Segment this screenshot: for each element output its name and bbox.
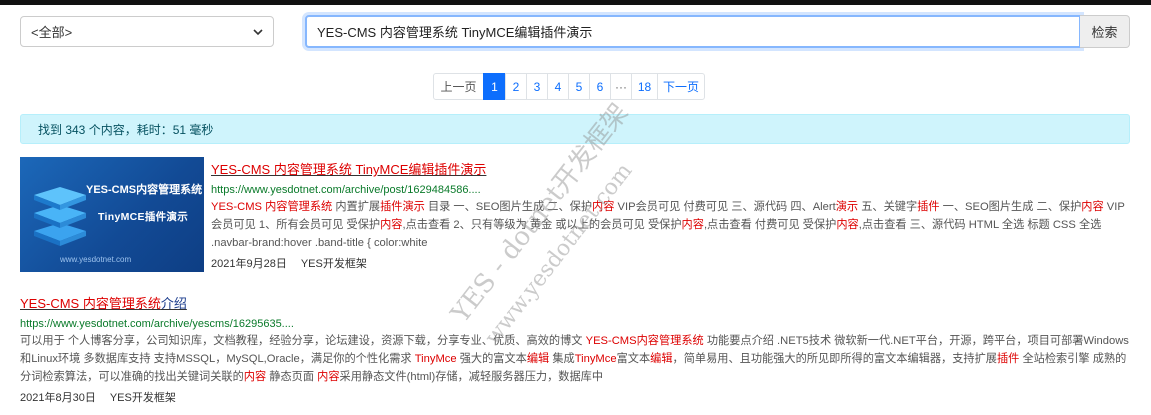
result-author[interactable]: YES开发框架	[301, 258, 367, 270]
page-1[interactable]: 1	[483, 73, 506, 100]
keyword-highlight: YES-CMS内容管理系统	[585, 335, 704, 347]
search-input-value: YES-CMS 内容管理系统 TinyMCE编辑插件演示	[317, 25, 593, 40]
description-text: 内置扩展	[332, 201, 381, 213]
result-author[interactable]: YES开发框架	[110, 392, 176, 404]
result-meta: 2021年9月28日 YES开发框架	[211, 255, 1131, 271]
keyword-highlight: 内容	[1081, 201, 1104, 213]
keyword-highlight: 编辑	[650, 353, 673, 365]
description-text: ，简单易用、且功能强大的所见即所得的富文本编辑器，支持扩展	[672, 353, 997, 365]
description-text: 强大的富文本	[456, 353, 527, 365]
page-ellipsis: ···	[610, 73, 632, 100]
search-summary: 找到 343 个内容，耗时：51 毫秒	[20, 114, 1130, 144]
keyword-highlight: 内容	[681, 219, 704, 231]
thumbnail-url: www.yesdotnet.com	[60, 255, 132, 264]
page-18[interactable]: 18	[631, 73, 658, 100]
keyword-highlight: 内容	[380, 219, 403, 231]
page-prev[interactable]: 上一页	[433, 73, 484, 100]
description-text: 五、关键字	[858, 201, 918, 213]
search-button[interactable]: 检索	[1080, 15, 1130, 48]
result-url[interactable]: https://www.yesdotnet.com/archive/yescms…	[20, 318, 1132, 330]
keyword-highlight: 插件演示	[380, 201, 425, 213]
keyword-highlight: 内容	[592, 201, 615, 213]
keyword-highlight: 内容	[317, 371, 340, 383]
top-bar	[0, 0, 1151, 5]
page-3[interactable]: 3	[526, 73, 548, 100]
description-text: 一、SEO图片生成 二、保护	[939, 201, 1082, 213]
result-description: YES-CMS 内容管理系统 内置扩展插件演示 目录 一、SEO图片生成 二、保…	[211, 198, 1131, 252]
keyword-highlight: 内容	[836, 219, 859, 231]
thumbnail-subtitle: TinyMCE插件演示	[98, 211, 189, 223]
keyword-highlight: TinyMce	[414, 353, 457, 365]
page-2[interactable]: 2	[505, 73, 527, 100]
chevron-down-icon	[253, 28, 263, 35]
result-title: YES-CMS 内容管理系统 TinyMCE编辑插件演示	[211, 162, 487, 177]
result-title-link[interactable]: YES-CMS 内容管理系统 TinyMCE编辑插件演示	[211, 159, 1131, 178]
description-text: 目录 一、SEO图片生成 二、保护	[424, 201, 593, 213]
description-text: ,点击查看 付费可见 受保护	[703, 219, 837, 231]
result-meta: 2021年8月30日 YES开发框架	[20, 389, 1132, 405]
keyword-highlight: 编辑	[526, 353, 550, 365]
keyword-highlight: 插件	[917, 201, 940, 213]
keyword-highlight: 插件	[996, 353, 1020, 365]
description-text: 采用静态文件(html)存储，减轻服务器压力，数据库中	[339, 371, 604, 383]
result-thumbnail[interactable]: YES-CMS内容管理系统 TinyMCE插件演示 www.yesdotnet.…	[20, 157, 204, 272]
description-text: 可以用于 个人博客分享，公司知识库，文档教程，经验分享，论坛建设，资源下载，分享…	[20, 335, 586, 347]
description-text: 富文本	[616, 353, 651, 365]
keyword-highlight: TinyMce	[574, 353, 617, 365]
search-input[interactable]: YES-CMS 内容管理系统 TinyMCE编辑插件演示	[305, 15, 1081, 48]
result-title-rest: 介绍	[160, 296, 187, 311]
description-text: 集成	[549, 353, 575, 365]
page-4[interactable]: 4	[547, 73, 569, 100]
category-select[interactable]: <全部>	[20, 16, 274, 47]
keyword-highlight: YES-CMS 内容管理系统	[211, 201, 333, 213]
pagination: 上一页 1 2 3 4 5 6 ··· 18 下一页	[433, 73, 705, 100]
search-result: YES-CMS 内容管理系统 TinyMCE编辑插件演示 https://www…	[211, 159, 1131, 271]
result-description: 可以用于 个人博客分享，公司知识库，文档教程，经验分享，论坛建设，资源下载，分享…	[20, 332, 1132, 386]
description-text: VIP会员可见 付费可见 三、源代码 四、Alert	[614, 201, 836, 213]
page-5[interactable]: 5	[568, 73, 590, 100]
result-title-link[interactable]: YES-CMS 内容管理系统介绍	[20, 293, 1132, 312]
result-date: 2021年8月30日	[20, 392, 96, 404]
cube-stack-icon	[34, 187, 86, 246]
keyword-highlight: 演示	[835, 201, 859, 213]
page-6[interactable]: 6	[589, 73, 611, 100]
search-result: YES-CMS 内容管理系统介绍 https://www.yesdotnet.c…	[20, 293, 1132, 405]
result-url[interactable]: https://www.yesdotnet.com/archive/post/1…	[211, 184, 1131, 196]
description-text: 静态页面	[266, 371, 318, 383]
thumbnail-title: YES-CMS内容管理系统	[86, 184, 203, 196]
category-select-value: <全部>	[31, 25, 73, 40]
search-summary-text: 找到 343 个内容，耗时：51 毫秒	[38, 122, 214, 137]
result-date: 2021年9月28日	[211, 258, 287, 270]
page-next[interactable]: 下一页	[657, 73, 705, 100]
result-title-highlight: YES-CMS 内容管理系统	[20, 296, 161, 311]
keyword-highlight: 内容	[243, 371, 267, 383]
description-text: ,点击查看 2、只有等级为 黄金 或以上的会员可见 受保护	[402, 219, 682, 231]
